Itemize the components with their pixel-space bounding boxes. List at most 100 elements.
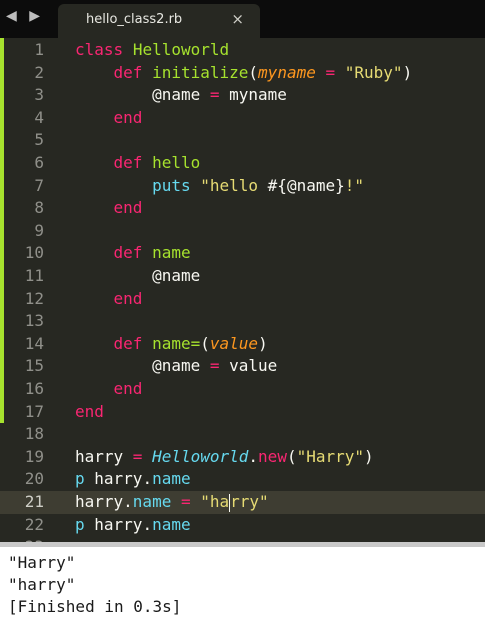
code-line[interactable]: 15 @name = value bbox=[0, 355, 485, 378]
code-token: Helloworld bbox=[132, 40, 230, 59]
tab-title: hello_class2.rb bbox=[86, 12, 183, 27]
code-text: p harry.name bbox=[75, 468, 191, 491]
code-token: value bbox=[209, 333, 259, 353]
output-line: "harry" bbox=[8, 575, 76, 594]
code-line[interactable]: 9 bbox=[0, 220, 485, 243]
tab-nav-arrows-icon[interactable]: ◀ ▶ bbox=[6, 8, 46, 28]
close-icon[interactable]: × bbox=[231, 10, 244, 28]
code-token: = bbox=[209, 356, 220, 376]
code-line[interactable]: 6 def hello bbox=[0, 152, 485, 175]
line-number: 17 bbox=[24, 401, 44, 421]
tab-hello-class2[interactable]: hello_class2.rb × bbox=[58, 4, 260, 38]
code-line[interactable]: 4 end bbox=[0, 107, 485, 130]
code-token: "Ruby" bbox=[344, 62, 403, 82]
code-line[interactable]: 10 def name bbox=[0, 242, 485, 265]
code-line[interactable]: 3 @name = myname bbox=[0, 84, 485, 107]
line-number: 6 bbox=[34, 153, 44, 172]
code-text: @name bbox=[75, 265, 200, 288]
code-token: name= bbox=[152, 333, 201, 353]
code-token: name bbox=[152, 469, 191, 489]
code-token: initialize bbox=[152, 62, 249, 82]
code-text: end bbox=[75, 197, 143, 220]
code-token: @name bbox=[75, 356, 210, 376]
code-line[interactable]: 11 @name bbox=[0, 265, 485, 288]
code-token: end bbox=[113, 379, 143, 398]
code-token: ( bbox=[248, 62, 259, 82]
code-token: class bbox=[75, 40, 124, 59]
code-token: def bbox=[113, 243, 143, 263]
code-text: p harry.name bbox=[75, 514, 191, 537]
code-line[interactable]: 16 end bbox=[0, 378, 485, 401]
code-line[interactable]: 2 def initialize(myname = "Ruby") bbox=[0, 62, 485, 85]
code-token: p bbox=[75, 514, 85, 534]
code-token: end bbox=[113, 198, 143, 218]
code-text: harry.name = "harry" bbox=[75, 491, 269, 514]
line-number: 13 bbox=[24, 311, 44, 331]
code-token: myname bbox=[219, 85, 287, 105]
line-number: 18 bbox=[24, 424, 44, 444]
code-token: ) bbox=[402, 62, 413, 82]
code-token: ) bbox=[258, 333, 268, 353]
code-token: = bbox=[132, 446, 143, 466]
code-token: def bbox=[113, 153, 143, 172]
code-token: @name bbox=[75, 85, 210, 105]
code-token: p bbox=[75, 469, 85, 489]
code-token: rry" bbox=[230, 492, 269, 511]
line-number: 10 bbox=[24, 243, 44, 263]
code-token: harry bbox=[75, 446, 133, 466]
code-token: Helloworld bbox=[152, 446, 249, 466]
code-token: puts bbox=[152, 175, 191, 195]
code-token: def bbox=[113, 333, 143, 353]
output-line: [Finished in 0.3s] bbox=[8, 597, 182, 616]
build-output-panel: "Harry" "harry" [Finished in 0.3s] bbox=[0, 542, 485, 629]
code-line[interactable]: 8 end bbox=[0, 197, 485, 220]
code-line[interactable]: 22 p harry.name bbox=[0, 514, 485, 537]
code-line[interactable]: 12 end bbox=[0, 288, 485, 311]
code-token: harry. bbox=[84, 469, 153, 489]
code-line[interactable]: 13 bbox=[0, 310, 485, 333]
code-line[interactable]: 7 puts "hello #{@name}!" bbox=[0, 175, 485, 198]
code-token: !" bbox=[344, 175, 364, 195]
code-line[interactable]: 1 class Helloworld bbox=[0, 39, 485, 62]
code-token: "hello bbox=[200, 175, 268, 195]
code-line[interactable]: 18 bbox=[0, 423, 485, 446]
code-line[interactable]: 5 bbox=[0, 129, 485, 152]
code-token: "ha bbox=[200, 492, 230, 511]
code-token: name bbox=[132, 492, 172, 511]
line-number: 21 bbox=[24, 492, 44, 511]
code-token: ( bbox=[200, 333, 210, 353]
code-text: def hello bbox=[75, 152, 201, 175]
code-token: end bbox=[113, 107, 143, 127]
code-line[interactable]: 14 def name=(value) bbox=[0, 333, 485, 356]
code-line[interactable]: 17 end bbox=[0, 401, 485, 424]
code-token: value bbox=[219, 356, 278, 376]
output-line: "Harry" bbox=[8, 553, 76, 572]
code-token: end bbox=[75, 401, 104, 421]
code-token: end bbox=[113, 288, 143, 308]
code-token: new bbox=[258, 446, 287, 466]
code-line[interactable]: 21 harry.name = "harry" bbox=[0, 491, 485, 514]
code-text: class Helloworld bbox=[75, 39, 229, 62]
code-line[interactable]: 20 p harry.name bbox=[0, 468, 485, 491]
code-token: def bbox=[113, 62, 143, 82]
code-editor[interactable]: 1 class Helloworld 2 def initialize(myname… bbox=[0, 38, 485, 542]
line-number: 4 bbox=[34, 107, 44, 127]
line-number: 1 bbox=[34, 40, 44, 59]
code-line[interactable]: 19 harry = Helloworld.new("Harry") bbox=[0, 446, 485, 469]
code-token: = bbox=[209, 85, 220, 105]
code-token: name bbox=[152, 243, 191, 263]
code-text: def name bbox=[75, 242, 191, 265]
